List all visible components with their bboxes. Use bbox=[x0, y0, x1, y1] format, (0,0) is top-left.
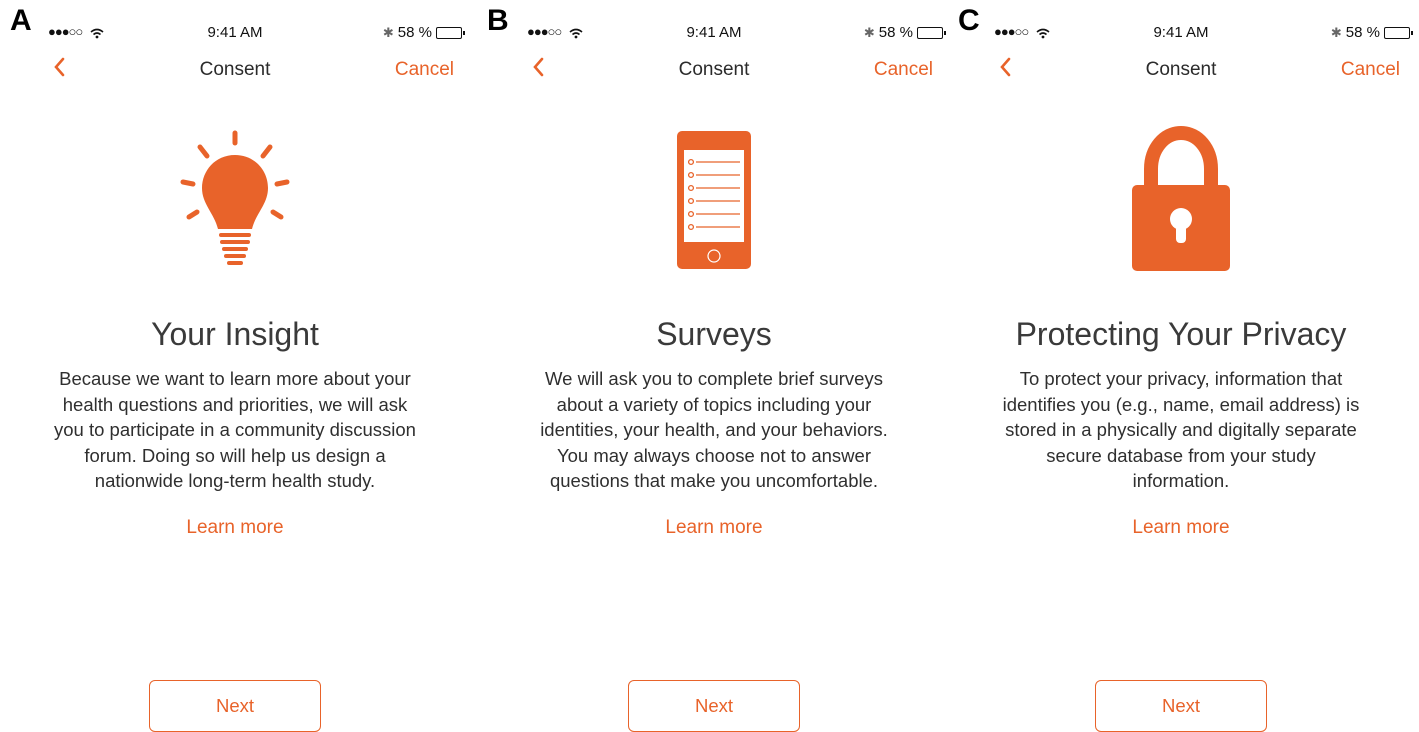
screen-privacy: ●●●○○ 9:41 AM ✱ 58 % Consent Cancel Prot… bbox=[946, 0, 1416, 732]
learn-more-link[interactable]: Learn more bbox=[479, 517, 949, 539]
battery-percent: 58 % bbox=[878, 24, 913, 41]
next-button[interactable]: Next bbox=[628, 680, 800, 732]
battery-icon bbox=[917, 26, 946, 39]
next-button[interactable]: Next bbox=[1095, 680, 1267, 732]
status-bar: ●●●○○ 9:41 AM ✱ 58 % bbox=[479, 22, 949, 44]
description-text: Because we want to learn more about your… bbox=[54, 368, 416, 491]
status-bar: ●●●○○ 9:41 AM ✱ 58 % bbox=[946, 22, 1416, 44]
screen-your-insight: ●●●○○ 9:41 AM ✱ 58 % Consent Cancel Your… bbox=[0, 0, 470, 732]
lightbulb-icon bbox=[180, 130, 290, 265]
learn-more-link[interactable]: Learn more bbox=[0, 517, 470, 539]
learn-more-link[interactable]: Learn more bbox=[946, 517, 1416, 539]
battery-percent: 58 % bbox=[397, 24, 432, 41]
next-button[interactable]: Next bbox=[149, 680, 321, 732]
description-text: To protect your privacy, information tha… bbox=[1002, 368, 1360, 491]
description-text: We will ask you to complete brief survey… bbox=[540, 368, 888, 491]
battery-indicator: ✱ 58 % bbox=[863, 24, 946, 41]
padlock-icon bbox=[1132, 125, 1230, 271]
battery-icon bbox=[1384, 26, 1413, 39]
status-bar: ●●●○○ 9:41 AM ✱ 58 % bbox=[0, 22, 470, 44]
nav-bar: Consent Cancel bbox=[946, 56, 1416, 86]
cancel-button[interactable]: Cancel bbox=[1341, 59, 1400, 81]
page-title: Protecting Your Privacy bbox=[1015, 316, 1347, 352]
illustration bbox=[479, 125, 949, 275]
battery-indicator: ✱ 58 % bbox=[1330, 24, 1413, 41]
battery-indicator: ✱ 58 % bbox=[382, 24, 465, 41]
cancel-button[interactable]: Cancel bbox=[874, 59, 933, 81]
screen-surveys: ●●●○○ 9:41 AM ✱ 58 % Consent Cancel Surv… bbox=[479, 0, 949, 732]
phone-survey-icon bbox=[677, 131, 751, 269]
battery-icon bbox=[436, 26, 465, 39]
nav-bar: Consent Cancel bbox=[0, 56, 470, 86]
bluetooth-icon: ✱ bbox=[1330, 24, 1342, 40]
nav-bar: Consent Cancel bbox=[479, 56, 949, 86]
bluetooth-icon: ✱ bbox=[863, 24, 875, 40]
page-title: Your Insight bbox=[151, 316, 319, 352]
illustration bbox=[946, 125, 1416, 275]
bluetooth-icon: ✱ bbox=[382, 24, 394, 40]
battery-percent: 58 % bbox=[1345, 24, 1380, 41]
page-title: Surveys bbox=[656, 316, 772, 352]
illustration bbox=[0, 125, 470, 275]
cancel-button[interactable]: Cancel bbox=[395, 59, 454, 81]
